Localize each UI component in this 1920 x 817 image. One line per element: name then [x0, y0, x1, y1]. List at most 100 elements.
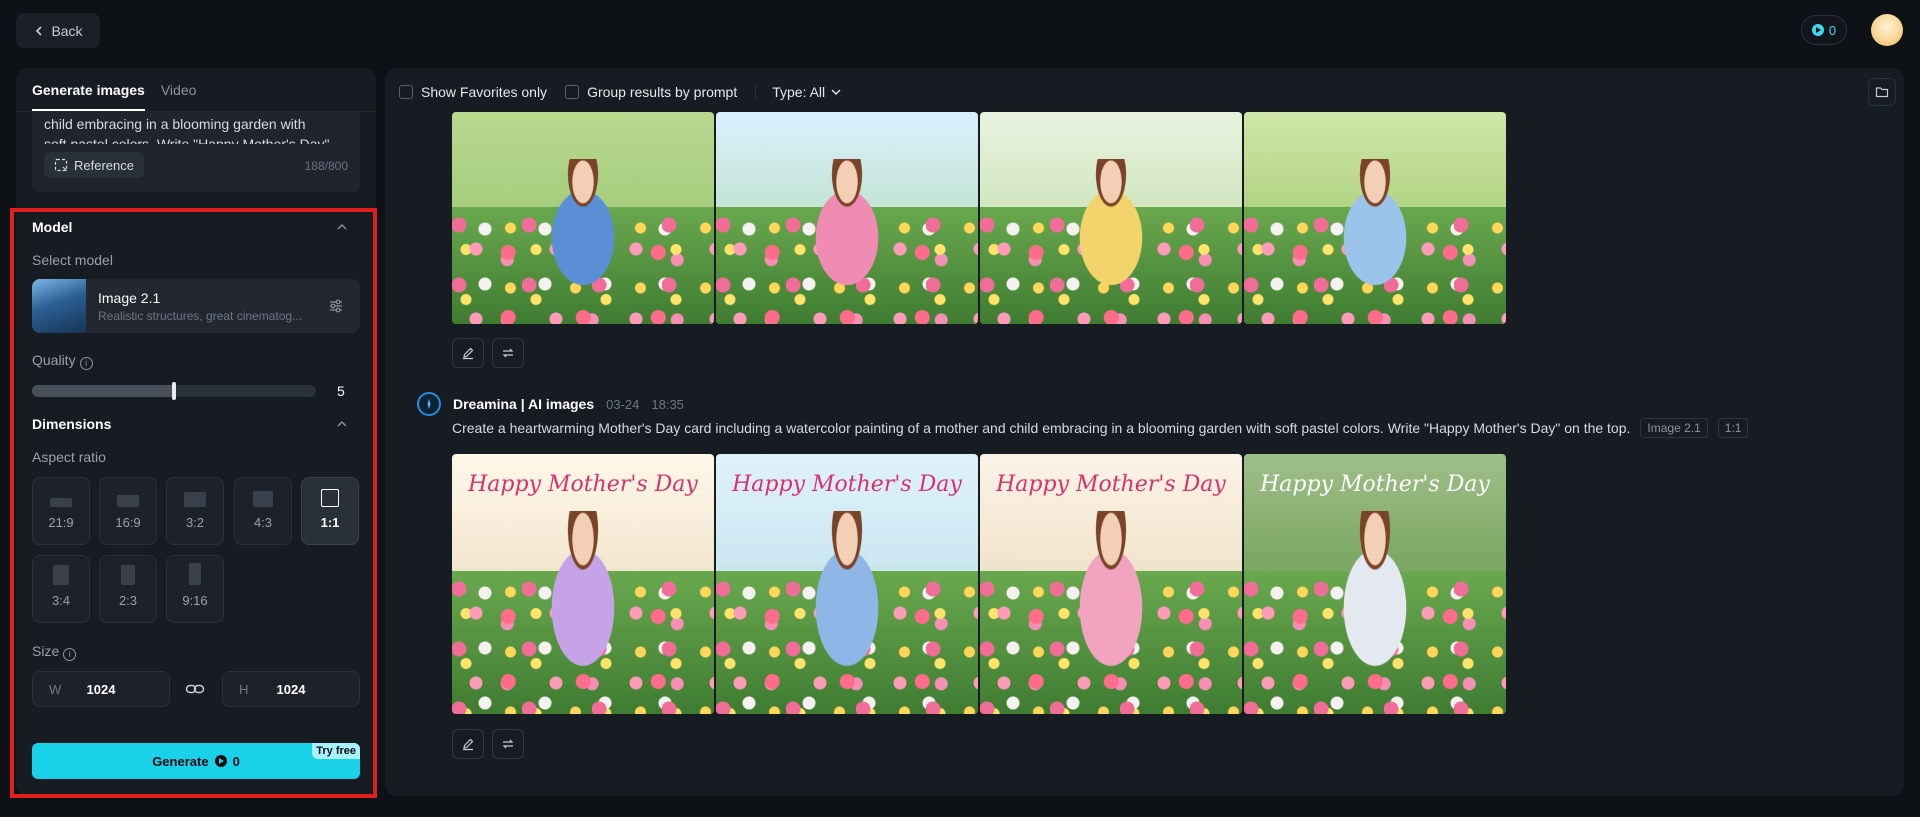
link-icon[interactable]	[185, 681, 205, 697]
aspect-ratio-shape-icon	[50, 498, 72, 507]
favorites-toggle[interactable]: Show Favorites only	[399, 84, 547, 100]
pencil-icon	[463, 347, 474, 360]
image-row-2: Happy Mother's Day Happy Mother's Day Ha…	[452, 454, 1506, 714]
char-count: 188/800	[304, 159, 348, 173]
tab-video[interactable]: Video	[161, 82, 197, 111]
generated-image[interactable]: Happy Mother's Day	[1244, 454, 1506, 714]
quality-value: 5	[337, 383, 345, 399]
mode-tabs: Generate images Video	[16, 68, 376, 112]
aspect-ratio-label: 9:16	[182, 593, 208, 608]
generated-image[interactable]	[980, 112, 1242, 324]
generation-date: 03-24	[606, 396, 640, 412]
aspect-ratio-option[interactable]: 21:9	[32, 477, 90, 545]
aspect-ratio-shape-icon	[53, 565, 69, 585]
generated-image[interactable]: Happy Mother's Day	[716, 454, 978, 714]
generated-image[interactable]: Happy Mother's Day	[980, 454, 1242, 714]
group-checkbox[interactable]	[565, 85, 580, 99]
refresh-icon	[502, 739, 514, 749]
reference-label: Reference	[74, 157, 134, 173]
credit-coin-icon	[214, 755, 227, 767]
card-title-text: Happy Mother's Day	[1260, 472, 1490, 497]
aspect-ratio-option[interactable]: 3:2	[166, 477, 224, 545]
sliders-icon[interactable]	[328, 298, 344, 314]
aspect-ratio-shape-icon	[189, 563, 201, 585]
favorites-checkbox[interactable]	[399, 85, 413, 99]
select-model-label: Select model	[32, 252, 113, 268]
image-actions-2	[452, 729, 524, 759]
model-description: Realistic structures, great cinematog...	[98, 309, 303, 323]
aspect-ratio-option[interactable]: 3:4	[32, 555, 90, 623]
width-value[interactable]: 1024	[33, 682, 169, 697]
aspect-ratio-shape-icon	[184, 492, 206, 507]
info-icon[interactable]: i	[63, 648, 77, 661]
model-name: Image 2.1	[98, 290, 161, 306]
generated-image[interactable]	[716, 112, 978, 324]
model-selector[interactable]: Image 2.1 Realistic structures, great ci…	[32, 279, 360, 333]
credits-count: 0	[1828, 22, 1837, 38]
generated-image[interactable]: Happy Mother's Day	[452, 454, 714, 714]
image-row-1	[452, 112, 1506, 324]
model-tag: Image 2.1	[1640, 418, 1708, 438]
model-thumbnail	[32, 279, 86, 333]
height-field[interactable]: H 1024	[222, 671, 360, 707]
back-button[interactable]: Back	[16, 13, 100, 48]
prompt-box[interactable]: child embracing in a blooming garden wit…	[32, 112, 360, 192]
card-title-text: Happy Mother's Day	[996, 472, 1226, 497]
image-reference-icon	[54, 158, 68, 172]
edit-prompt-button[interactable]	[452, 338, 484, 368]
aspect-ratio-shape-icon	[121, 565, 135, 585]
size-label: Size i	[32, 643, 77, 661]
chevron-up-icon[interactable]	[337, 222, 347, 232]
results-toolbar: Show Favorites only Group results by pro…	[399, 82, 841, 102]
regenerate-button[interactable]	[492, 338, 524, 368]
aspect-ratio-label: 3:4	[51, 593, 71, 608]
quality-slider-fill	[32, 385, 174, 397]
aspect-ratio-shape-icon	[253, 491, 273, 507]
edit-prompt-button[interactable]	[452, 729, 484, 759]
ratio-tag: 1:1	[1717, 418, 1749, 438]
generate-button[interactable]: Generate 0 Try free	[32, 743, 360, 779]
quality-slider-thumb[interactable]	[172, 382, 176, 400]
generate-label: Generate	[152, 753, 209, 769]
quality-slider[interactable]	[32, 382, 316, 400]
aspect-ratio-shape-icon	[321, 489, 339, 507]
aspect-ratio-label: 21:9	[48, 515, 74, 530]
generated-image[interactable]	[1244, 112, 1506, 324]
aspect-ratio-label: 16:9	[115, 515, 141, 530]
results-panel: Show Favorites only Group results by pro…	[385, 68, 1904, 796]
generation-author: Dreamina | AI images	[453, 396, 595, 412]
aspect-ratio-label: 2:3	[118, 593, 138, 608]
prompt-text[interactable]: child embracing in a blooming garden wit…	[44, 114, 330, 144]
aspect-ratio-label: 3:2	[185, 515, 205, 530]
folder-button[interactable]	[1868, 78, 1896, 106]
generated-image[interactable]	[452, 112, 714, 324]
group-label: Group results by prompt	[587, 84, 738, 100]
tab-generate-images[interactable]: Generate images	[32, 82, 145, 111]
aspect-ratio-label: Aspect ratio	[32, 449, 106, 465]
aspect-ratio-label: 4:3	[253, 515, 273, 530]
type-dropdown[interactable]: Type: All	[755, 84, 841, 100]
generation-prompt-row: Create a heartwarming Mother's Day card …	[452, 418, 1749, 438]
avatar[interactable]	[1871, 14, 1903, 46]
group-toggle[interactable]: Group results by prompt	[565, 84, 737, 100]
width-field[interactable]: W 1024	[32, 671, 170, 707]
aspect-ratio-option[interactable]: 4:3	[234, 477, 292, 545]
regenerate-button[interactable]	[492, 729, 524, 759]
aspect-ratio-option[interactable]: 9:16	[166, 555, 224, 623]
card-title-text: Happy Mother's Day	[732, 472, 962, 497]
aspect-ratio-option[interactable]: 2:3	[99, 555, 157, 623]
reference-button[interactable]: Reference	[44, 152, 144, 178]
credits-badge[interactable]: 0	[1801, 15, 1847, 45]
aspect-ratio-option[interactable]: 16:9	[99, 477, 157, 545]
height-value[interactable]: 1024	[223, 682, 359, 697]
aspect-ratio-option[interactable]: 1:1	[301, 477, 359, 545]
chevron-up-icon[interactable]	[337, 419, 347, 429]
generate-cost: 0	[232, 753, 240, 769]
aspect-ratio-shape-icon	[117, 495, 139, 507]
type-label: Type: All	[772, 84, 826, 100]
refresh-icon	[502, 348, 514, 358]
info-icon[interactable]: i	[79, 357, 93, 370]
chevron-left-icon	[36, 25, 43, 36]
credit-coin-icon	[1811, 24, 1824, 36]
generation-prompt[interactable]: Create a heartwarming Mother's Day card …	[452, 420, 1630, 436]
